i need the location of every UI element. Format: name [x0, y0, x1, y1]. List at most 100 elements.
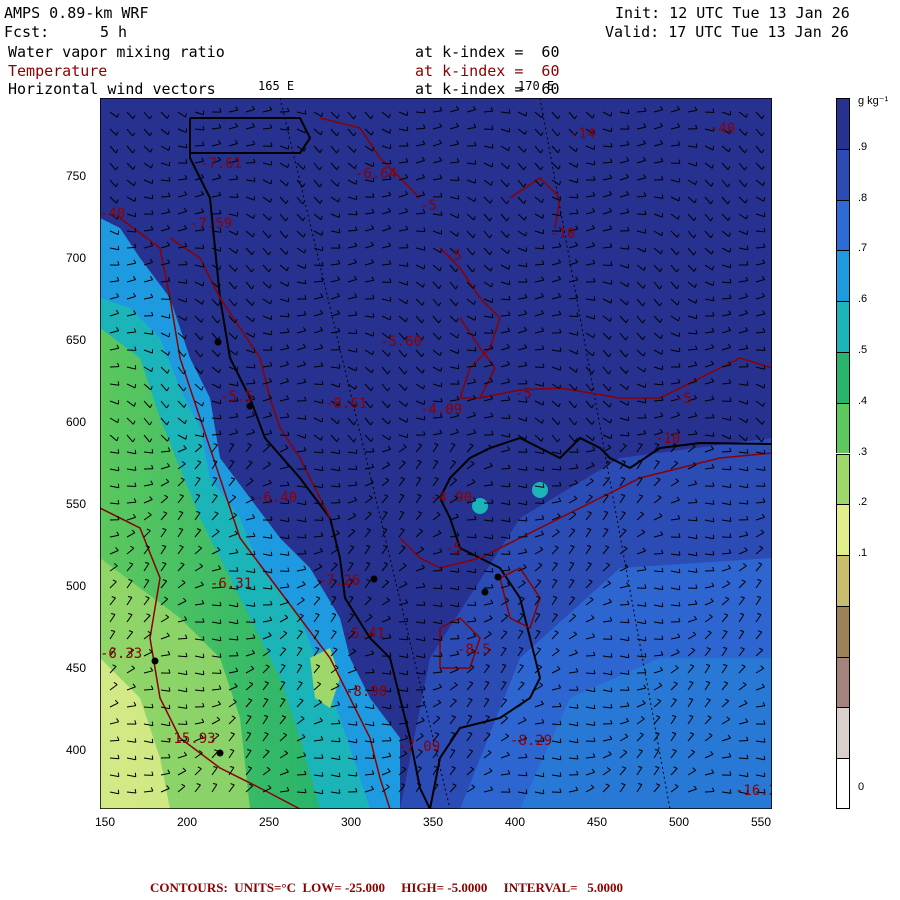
colorbar-label: .1 [858, 547, 868, 560]
wind-barb-flag [644, 602, 647, 607]
wind-barb [313, 383, 324, 385]
wind-barb [347, 229, 358, 232]
wind-barb-flag [270, 179, 273, 184]
wind-barb-flag [678, 585, 681, 590]
wind-barb-flag [729, 483, 732, 488]
wind-barb-flag [474, 568, 477, 573]
wind-barb [279, 484, 290, 487]
wind-barb-flag [627, 401, 630, 406]
wind-barb-flag [508, 534, 511, 539]
wind-barb-flag [270, 330, 273, 335]
wind-barb [653, 399, 664, 402]
wind-barb-flag [695, 551, 698, 556]
colorbar-swatch [836, 301, 850, 352]
wind-barb-flag [168, 721, 171, 726]
wind-barb-flag [355, 755, 358, 760]
wind-barb [296, 774, 307, 776]
wind-barb-flag [763, 383, 766, 389]
wind-barb-flag [253, 602, 256, 607]
colorbar-label: .5 [858, 343, 868, 356]
wind-barb-flag [712, 534, 715, 539]
wind-barb-flag [491, 534, 494, 539]
temperature-contour-label: -6.33 [100, 646, 142, 662]
wind-barb-flag [321, 417, 324, 422]
wind-barb-flag [321, 231, 324, 236]
wind-barb-flag [644, 398, 647, 403]
wind-barb-flag [423, 619, 426, 624]
temperature-contour-label: -5.5 [220, 389, 254, 405]
wind-barb [279, 434, 290, 436]
temperature-contour-label: -5 [445, 541, 462, 557]
wind-barb-flag [338, 789, 341, 794]
wind-barb-flag [729, 434, 732, 440]
wind-barb-flag [185, 687, 188, 692]
colorbar-label: .7 [858, 242, 868, 255]
wind-barb-flag [338, 364, 341, 369]
wind-barb [721, 297, 732, 300]
wind-barb-flag [678, 551, 681, 556]
wind-barb [364, 672, 375, 674]
wind-barb-flag [661, 619, 664, 624]
wind-barb-flag [338, 449, 341, 454]
wind-barb-flag [678, 196, 681, 202]
temperature-contour-label: -7.61 [200, 156, 242, 172]
wind-barb-flag [423, 264, 426, 269]
wind-barb-flag [134, 466, 137, 471]
wind-barb-flag [185, 435, 188, 440]
wind-barb-flag [525, 483, 528, 488]
wind-barb-flag [423, 653, 426, 658]
wind-barb-flag [559, 738, 562, 743]
wind-barb-flag [695, 299, 698, 304]
wind-barb [330, 723, 341, 725]
wind-barb-flag [746, 772, 749, 777]
wind-barb-flag [559, 772, 562, 777]
wind-barb-flag [763, 466, 766, 471]
field-level-temperature: at k-index = 60 [415, 62, 560, 80]
wind-barb-flag [219, 636, 222, 641]
wind-barb-flag [168, 146, 171, 151]
wind-barb-flag [559, 755, 562, 760]
wind-barb [704, 111, 715, 113]
temperature-contour-label: -15.93 [165, 731, 216, 747]
wind-barb-flag [542, 789, 545, 794]
wind-barb-flag [457, 568, 460, 573]
wind-barb-flag [236, 381, 239, 386]
wind-barb-flag [406, 126, 409, 131]
colorbar-swatch [836, 351, 850, 403]
wind-barb [177, 637, 188, 640]
wind-barb [126, 485, 137, 487]
wind-barb-flag [542, 400, 545, 406]
wind-barb [585, 655, 596, 657]
y-tick-550: 550 [66, 497, 87, 511]
colorbar-label: .4 [858, 394, 868, 407]
y-tick-400: 400 [66, 743, 87, 757]
wind-barb [500, 417, 511, 419]
wind-barb-flag [253, 568, 256, 573]
wind-barb-flag [508, 109, 511, 114]
wind-barb [687, 502, 698, 504]
temperature-contour-label: -5.41 [343, 626, 385, 642]
wind-barb-flag [168, 704, 171, 709]
wind-barb [551, 706, 562, 708]
wind-barb-flag [593, 160, 596, 165]
wind-barb-flag [763, 772, 766, 777]
wind-barb [602, 264, 613, 266]
wind-barb [313, 280, 324, 283]
wind-barb-flag [695, 534, 698, 539]
wind-barb-flag [134, 197, 137, 202]
wind-barb-flag [610, 298, 613, 304]
wind-barb-flag [712, 296, 715, 301]
wind-barb [245, 553, 256, 556]
wind-barb-flag [117, 381, 120, 386]
x-tick-250: 250 [258, 815, 280, 829]
x-tick-450: 450 [586, 815, 608, 829]
wind-barb [160, 195, 171, 198]
wind-barb-flag [236, 619, 239, 624]
wind-barb-flag [355, 721, 358, 726]
wind-barb-flag [321, 466, 324, 471]
wind-barb-flag [406, 687, 409, 692]
wind-barb-flag [542, 449, 545, 454]
wind-barb [721, 451, 732, 453]
wind-barb [313, 451, 324, 454]
wind-barb-flag [304, 279, 307, 284]
